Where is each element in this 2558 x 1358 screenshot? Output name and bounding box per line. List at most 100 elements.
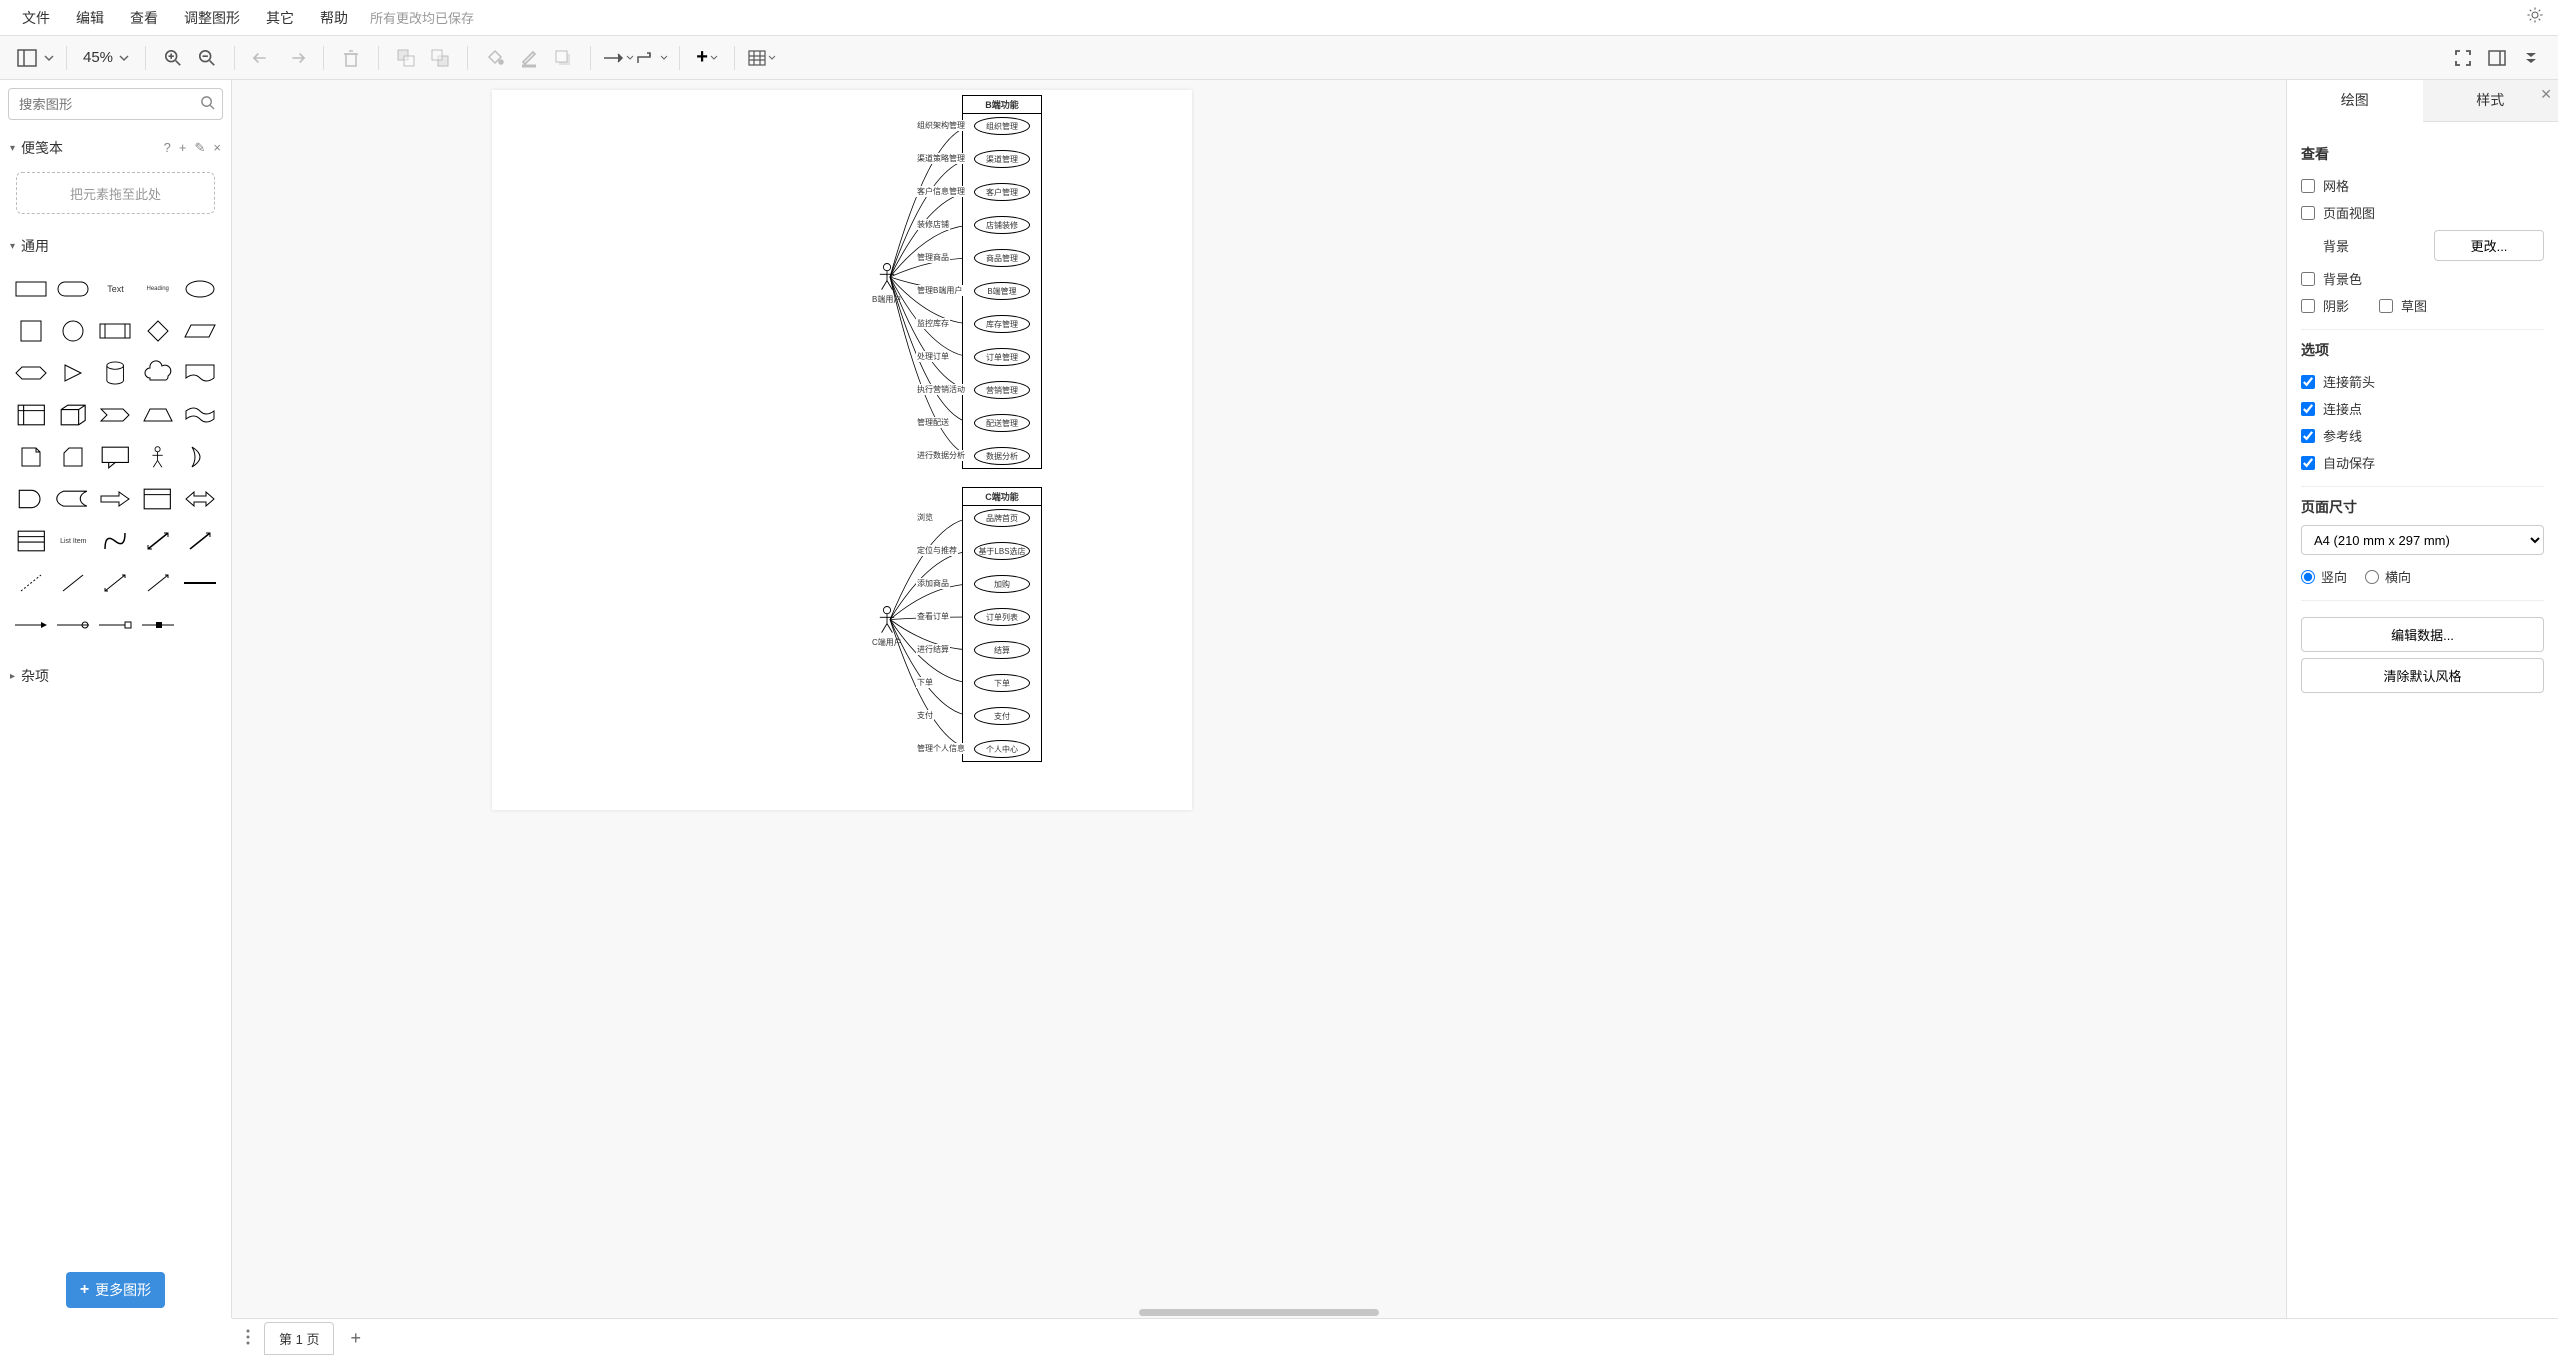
page-size-select[interactable]: A4 (210 mm x 297 mm) <box>2301 525 2544 555</box>
edge-label[interactable]: 装修店铺 <box>916 219 950 230</box>
shape-list[interactable] <box>12 522 50 560</box>
usecase-node[interactable]: 数据分析 <box>974 447 1030 465</box>
scratchpad-close[interactable]: × <box>213 140 221 156</box>
canvas[interactable]: B端功能组织管理渠道管理客户管理店铺装修商品管理B端管理库存管理订单管理营销管理… <box>232 80 2286 1318</box>
canvas-page[interactable]: B端功能组织管理渠道管理客户管理店铺装修商品管理B端管理库存管理订单管理营销管理… <box>492 90 1192 810</box>
edge-label[interactable]: 添加商品 <box>916 578 950 589</box>
shape-trapezoid[interactable] <box>139 396 177 434</box>
edge-label[interactable]: 进行结算 <box>916 644 950 655</box>
shape-tape[interactable] <box>181 396 219 434</box>
scratchpad-add[interactable]: + <box>179 140 187 156</box>
shape-callout[interactable] <box>96 438 134 476</box>
shape-diamond[interactable] <box>139 312 177 350</box>
delete-button[interactable] <box>336 43 366 73</box>
sketch-label[interactable]: 草图 <box>2401 296 2427 315</box>
chevron-down-icon[interactable] <box>44 55 54 61</box>
usecase-node[interactable]: 支付 <box>974 707 1030 725</box>
sketch-checkbox[interactable] <box>2379 299 2393 313</box>
shape-link2[interactable] <box>54 606 92 644</box>
shape-note[interactable] <box>12 438 50 476</box>
scratchpad-dropzone[interactable]: 把元素拖至此处 <box>16 172 215 214</box>
zoom-out-button[interactable] <box>192 43 222 73</box>
shape-square[interactable] <box>12 312 50 350</box>
theme-toggle-icon[interactable] <box>2522 2 2548 33</box>
change-background-button[interactable]: 更改... <box>2434 230 2544 261</box>
shape-arrow-both[interactable] <box>181 480 219 518</box>
scratchpad-help[interactable]: ? <box>164 140 171 156</box>
usecase-node[interactable]: 订单管理 <box>974 348 1030 366</box>
shape-parallelogram[interactable] <box>181 312 219 350</box>
shape-text[interactable]: Text <box>96 270 134 308</box>
general-header[interactable]: ▾ 通用 <box>0 230 231 262</box>
horizontal-scrollbar[interactable] <box>1139 1309 1379 1316</box>
edge-label[interactable]: 渠道策略管理 <box>916 153 966 164</box>
waypoint-style-button[interactable] <box>637 43 667 73</box>
edge-label[interactable]: 浏览 <box>916 512 934 523</box>
edge-label[interactable]: 管理配送 <box>916 417 950 428</box>
page-tab-1[interactable]: 第 1 页 <box>264 1322 334 1355</box>
redo-button[interactable] <box>281 43 311 73</box>
zoom-level[interactable]: 45% <box>79 49 133 66</box>
autosave-checkbox[interactable] <box>2301 456 2315 470</box>
fullscreen-button[interactable] <box>2448 43 2478 73</box>
shape-card[interactable] <box>54 438 92 476</box>
conn-points-checkbox[interactable] <box>2301 402 2315 416</box>
edge-label[interactable]: 管理商品 <box>916 252 950 263</box>
usecase-node[interactable]: 商品管理 <box>974 249 1030 267</box>
shape-curve[interactable] <box>96 522 134 560</box>
shape-link3[interactable] <box>96 606 134 644</box>
autosave-label[interactable]: 自动保存 <box>2323 453 2375 472</box>
usecase-node[interactable]: 店铺装修 <box>974 216 1030 234</box>
menu-help[interactable]: 帮助 <box>308 2 360 34</box>
shape-link1[interactable] <box>12 606 50 644</box>
shape-line[interactable] <box>54 564 92 602</box>
shape-actor[interactable] <box>139 438 177 476</box>
tab-diagram[interactable]: 绘图 <box>2287 80 2423 122</box>
edge-label[interactable]: 支付 <box>916 710 934 721</box>
tab-style[interactable]: 样式 <box>2423 80 2558 121</box>
conn-arrows-label[interactable]: 连接箭头 <box>2323 372 2375 391</box>
usecase-node[interactable]: 配送管理 <box>974 414 1030 432</box>
guides-checkbox[interactable] <box>2301 429 2315 443</box>
edge-label[interactable]: 处理订单 <box>916 351 950 362</box>
search-shapes-input[interactable] <box>8 88 223 120</box>
portrait-label[interactable]: 竖向 <box>2321 567 2347 586</box>
shape-cube[interactable] <box>54 396 92 434</box>
grid-checkbox[interactable] <box>2301 179 2315 193</box>
more-shapes-button[interactable]: + 更多图形 <box>66 1272 165 1308</box>
zoom-in-button[interactable] <box>158 43 188 73</box>
shape-solid-line[interactable] <box>181 564 219 602</box>
collapse-expand-button[interactable] <box>2516 43 2546 73</box>
shape-triangle[interactable] <box>54 354 92 392</box>
undo-button[interactable] <box>247 43 277 73</box>
scratchpad-edit[interactable]: ✎ <box>195 140 206 156</box>
shape-bidir-thin[interactable] <box>96 564 134 602</box>
menu-file[interactable]: 文件 <box>10 2 62 34</box>
scratchpad-header[interactable]: ▾ 便笺本 ? + ✎ × <box>0 132 231 164</box>
usecase-node[interactable]: 结算 <box>974 641 1030 659</box>
edge-label[interactable]: 监控库存 <box>916 318 950 329</box>
grid-label[interactable]: 网格 <box>2323 176 2349 195</box>
search-icon[interactable] <box>200 95 215 113</box>
menu-edit[interactable]: 编辑 <box>64 2 116 34</box>
usecase-node[interactable]: 下单 <box>974 674 1030 692</box>
edge-label[interactable]: 下单 <box>916 677 934 688</box>
fill-color-button[interactable] <box>480 43 510 73</box>
clear-default-style-button[interactable]: 清除默认风格 <box>2301 658 2544 693</box>
usecase-node[interactable]: 基于LBS选店 <box>974 542 1030 560</box>
page-view-label[interactable]: 页面视图 <box>2323 203 2375 222</box>
table-button[interactable] <box>747 43 777 73</box>
shape-document[interactable] <box>181 354 219 392</box>
usecase-node[interactable]: 品牌首页 <box>974 509 1030 527</box>
bgcolor-checkbox[interactable] <box>2301 272 2315 286</box>
shape-cylinder[interactable] <box>96 354 134 392</box>
shape-cloud[interactable] <box>139 354 177 392</box>
shape-circle[interactable] <box>54 312 92 350</box>
menu-extras[interactable]: 其它 <box>254 2 306 34</box>
shape-container[interactable] <box>139 480 177 518</box>
edge-label[interactable]: 管理B端用户 <box>916 285 963 296</box>
actor-node[interactable]: B端用户 <box>872 262 901 305</box>
to-front-button[interactable] <box>391 43 421 73</box>
page-view-checkbox[interactable] <box>2301 206 2315 220</box>
guides-label[interactable]: 参考线 <box>2323 426 2362 445</box>
